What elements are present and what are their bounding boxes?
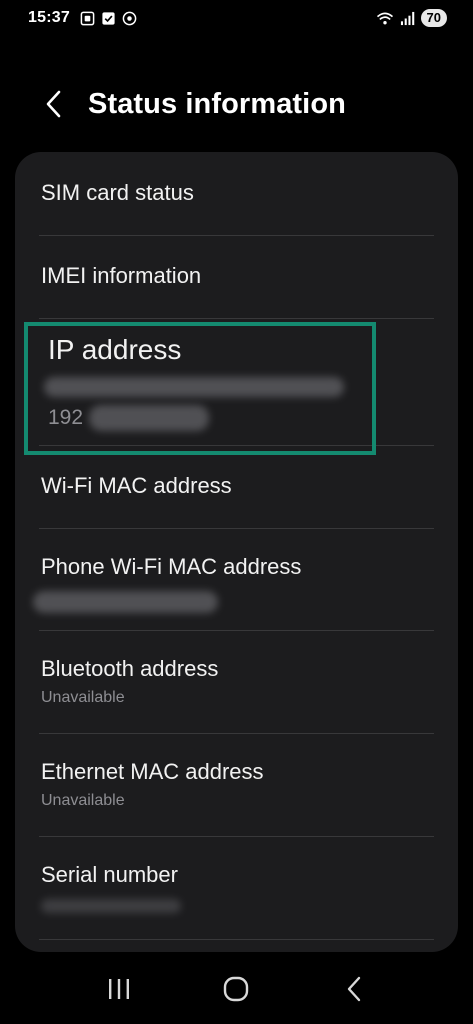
screenshot-icon bbox=[80, 11, 95, 25]
page-title: Status information bbox=[88, 87, 346, 120]
redacted-value bbox=[89, 405, 210, 431]
battery-indicator: 70 bbox=[420, 9, 447, 27]
status-info-list: SIM card status IMEI information IP addr… bbox=[15, 152, 458, 952]
divider bbox=[39, 939, 434, 940]
ip-value-prefix: 192 bbox=[48, 406, 84, 429]
list-item-sim-card-status[interactable]: SIM card status bbox=[15, 152, 458, 235]
chevron-left-icon bbox=[46, 90, 61, 118]
nav-back-button[interactable] bbox=[324, 964, 384, 1014]
redacted-value bbox=[33, 591, 218, 613]
item-title: IMEI information bbox=[41, 263, 202, 288]
item-title: IP address bbox=[48, 334, 182, 365]
vpn-icon bbox=[122, 11, 137, 25]
home-button[interactable] bbox=[206, 964, 266, 1014]
list-item-imei-information[interactable]: IMEI information bbox=[15, 236, 458, 318]
status-icons-right: 70 bbox=[376, 9, 447, 27]
list-item-phone-wifi-mac-address[interactable]: Phone Wi-Fi MAC address bbox=[15, 529, 458, 630]
item-subtitle: Unavailable bbox=[41, 689, 125, 706]
recent-apps-icon bbox=[108, 979, 129, 999]
recent-apps-button[interactable] bbox=[89, 964, 149, 1014]
checkbox-icon bbox=[102, 11, 115, 25]
item-title: Ethernet MAC address bbox=[41, 759, 264, 784]
signal-icon bbox=[400, 11, 414, 25]
item-title: Phone Wi-Fi MAC address bbox=[41, 554, 302, 579]
wifi-icon bbox=[376, 12, 393, 24]
back-button[interactable] bbox=[34, 84, 74, 124]
list-item-ip-address[interactable]: IP address 192 bbox=[15, 319, 458, 445]
redacted-value bbox=[44, 377, 344, 397]
list-item-bluetooth-address[interactable]: Bluetooth address Unavailable bbox=[15, 631, 458, 733]
home-icon bbox=[224, 976, 249, 1002]
status-icons-left bbox=[80, 11, 137, 26]
redacted-value bbox=[41, 899, 181, 913]
list-item-serial-number[interactable]: Serial number bbox=[15, 837, 458, 939]
item-title: SIM card status bbox=[41, 180, 194, 205]
item-title: Serial number bbox=[41, 862, 178, 887]
header: Status information bbox=[0, 72, 473, 136]
navigation-bar bbox=[0, 954, 473, 1024]
status-time: 15:37 bbox=[28, 9, 70, 26]
status-bar: 15:37 70 bbox=[0, 0, 473, 36]
screen: 15:37 70 Status information SIM card sta… bbox=[0, 0, 473, 1024]
list-item-ethernet-mac-address[interactable]: Ethernet MAC address Unavailable bbox=[15, 734, 458, 836]
item-subtitle: Unavailable bbox=[41, 792, 125, 809]
item-title: Wi-Fi MAC address bbox=[41, 473, 232, 498]
item-title: Bluetooth address bbox=[41, 656, 219, 681]
ip-value-row: 192 bbox=[48, 405, 458, 431]
back-icon bbox=[347, 976, 361, 1002]
list-item-wifi-mac-address[interactable]: Wi-Fi MAC address bbox=[15, 446, 458, 528]
